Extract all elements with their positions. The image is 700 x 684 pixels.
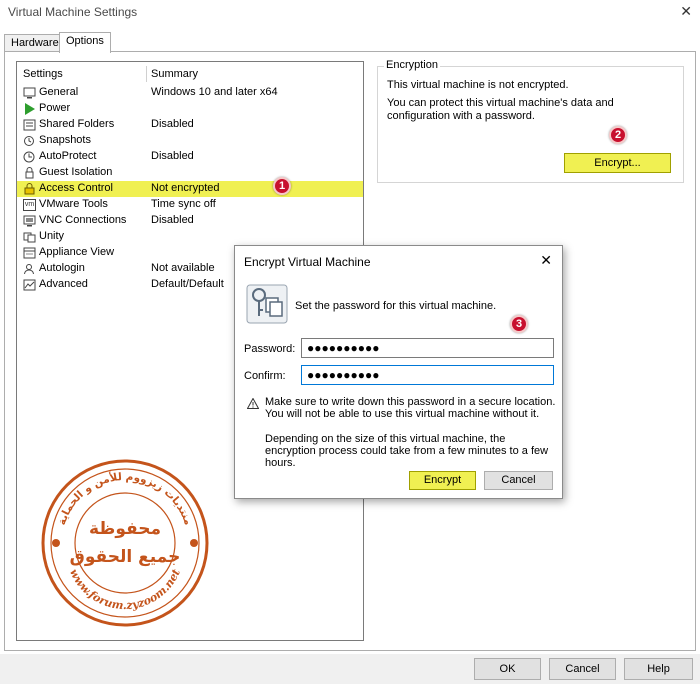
window-title: Virtual Machine Settings (8, 5, 138, 19)
settings-item-label: General (39, 86, 79, 98)
key-icon (246, 284, 288, 324)
settings-item-vmware-tools[interactable]: vm VMware Tools Time sync off (17, 197, 363, 213)
password-label: Password: (244, 343, 296, 355)
settings-item-shared-folders[interactable]: Shared Folders Disabled (17, 117, 363, 133)
settings-item-snapshots[interactable]: Snapshots (17, 133, 363, 149)
column-header-summary[interactable]: Summary (151, 68, 198, 80)
dialog-encrypt-button[interactable]: Encrypt (409, 471, 476, 490)
watermark-stamp: منتديات زيزووم للأمن و الحماية www.forum… (41, 459, 209, 627)
window-close-icon[interactable]: ✕ (680, 3, 692, 20)
encrypt-vm-dialog: Encrypt Virtual Machine ✕ Set the passwo… (234, 245, 563, 499)
info-text: Depending on the size of this virtual ma… (265, 433, 549, 469)
snapshot-icon (23, 135, 36, 147)
password-field[interactable]: ●●●●●●●●●● (301, 338, 554, 358)
settings-item-label: Power (39, 102, 71, 114)
appliance-icon (23, 247, 36, 259)
annotation-badge-3: 3 (510, 315, 528, 333)
settings-item-summary: Not encrypted (151, 182, 220, 194)
tab-hardware[interactable]: Hardware (4, 34, 66, 52)
settings-item-summary: Default/Default (151, 278, 224, 290)
watermark-flower-left-icon (52, 539, 60, 547)
clock-icon (23, 151, 36, 163)
ok-button[interactable]: OK (474, 658, 541, 680)
play-icon (23, 103, 36, 115)
settings-item-unity[interactable]: Unity (17, 229, 363, 245)
annotation-badge-2: 2 (609, 126, 627, 144)
settings-item-label: Autologin (39, 262, 85, 274)
encryption-legend: Encryption (384, 59, 440, 71)
tab-options[interactable]: Options (59, 32, 111, 53)
settings-item-summary: Disabled (151, 118, 194, 130)
warning-text: Make sure to write down this password in… (265, 396, 556, 420)
settings-item-label: Appliance View (39, 246, 115, 258)
column-separator[interactable] (146, 66, 147, 82)
settings-item-label: Access Control (39, 182, 113, 194)
help-button[interactable]: Help (624, 658, 693, 680)
footer-bar: OK Cancel Help (0, 654, 700, 684)
encryption-group: Encryption This virtual machine is not e… (377, 59, 684, 183)
lock-icon (23, 183, 36, 195)
advanced-icon (23, 279, 36, 291)
dialog-title: Encrypt Virtual Machine (244, 255, 371, 269)
settings-item-vnc-connections[interactable]: VNC Connections Disabled (17, 213, 363, 229)
vnc-icon (23, 215, 36, 227)
title-bar: Virtual Machine Settings ✕ (0, 0, 700, 26)
settings-item-summary: Disabled (151, 214, 194, 226)
settings-item-summary: Not available (151, 262, 215, 274)
monitor-icon (23, 87, 36, 99)
settings-item-label: Advanced (39, 278, 88, 290)
confirm-field[interactable]: ●●●●●●●●●● (301, 365, 554, 385)
column-header-settings[interactable]: Settings (23, 68, 63, 80)
folder-icon (23, 119, 36, 131)
cancel-button[interactable]: Cancel (549, 658, 616, 680)
settings-item-power[interactable]: Power (17, 101, 363, 117)
settings-item-summary: Windows 10 and later x64 (151, 86, 278, 98)
settings-item-summary: Time sync off (151, 198, 216, 210)
settings-item-label: Unity (39, 230, 65, 242)
settings-item-label: Shared Folders (39, 118, 115, 130)
annotation-badge-1: 1 (273, 177, 291, 195)
settings-item-label: Guest Isolation (39, 166, 113, 178)
watermark-flower-right-icon (190, 539, 198, 547)
settings-item-label: AutoProtect (39, 150, 97, 162)
settings-item-autoprotect[interactable]: AutoProtect Disabled (17, 149, 363, 165)
watermark-arabic-center-2: جميع الحقوق (70, 547, 181, 567)
dialog-intro-text: Set the password for this virtual machin… (295, 300, 497, 312)
settings-item-general[interactable]: General Windows 10 and later x64 (17, 85, 363, 101)
encryption-status: This virtual machine is not encrypted. (387, 79, 569, 91)
warning-icon (247, 398, 259, 409)
settings-item-label: VNC Connections (39, 214, 127, 226)
encryption-description: You can protect this virtual machine's d… (387, 97, 614, 122)
dialog-cancel-button[interactable]: Cancel (484, 471, 553, 490)
watermark-arabic-center-1: محفوظة (89, 519, 161, 539)
settings-item-label: VMware Tools (39, 198, 108, 210)
settings-item-label: Snapshots (39, 134, 91, 146)
vm-icon: vm (23, 199, 36, 211)
dialog-close-icon[interactable]: ✕ (540, 252, 552, 269)
unity-icon (23, 231, 36, 243)
confirm-label: Confirm: (244, 370, 286, 382)
settings-item-access-control[interactable]: Access Control Not encrypted (17, 181, 363, 197)
settings-item-guest-isolation[interactable]: Guest Isolation (17, 165, 363, 181)
isolation-icon (23, 167, 36, 179)
autologin-icon (23, 263, 36, 275)
settings-item-summary: Disabled (151, 150, 194, 162)
encrypt-button[interactable]: Encrypt... (564, 153, 671, 173)
